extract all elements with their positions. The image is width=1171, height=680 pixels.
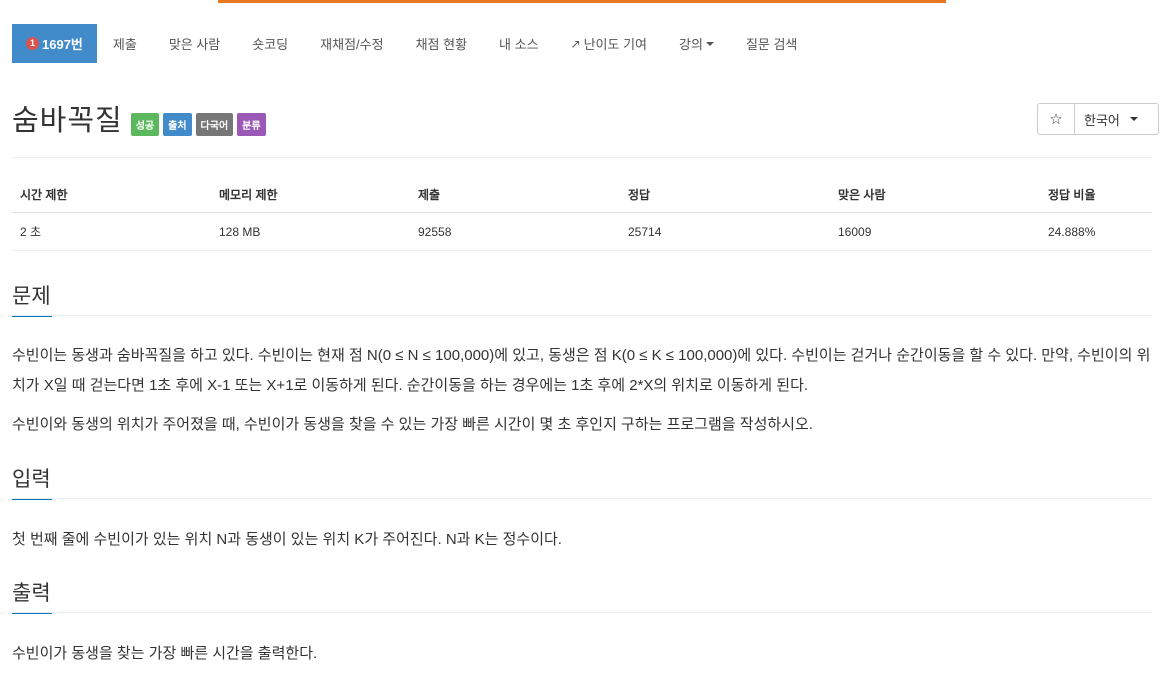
chevron-down-icon <box>705 41 714 46</box>
language-select[interactable]: 한국어 <box>1075 103 1159 135</box>
tab-submit[interactable]: 제출 <box>97 24 153 63</box>
label-multilang[interactable]: 다국어 <box>195 113 234 136</box>
section-heading-problem-text: 문제 <box>12 285 51 308</box>
output-description: 수빈이가 동생을 찾는 가장 빠른 시간을 출력한다. <box>12 645 318 662</box>
header-time-limit: 시간 제한 <box>12 176 211 213</box>
tab-difficulty[interactable]: ↗ 난이도 기여 <box>555 24 663 63</box>
tab-my-source-label: 내 소스 <box>499 37 539 52</box>
cell-time-limit: 2 초 <box>12 212 211 251</box>
header-accept-ratio: 정답 비율 <box>1040 176 1152 213</box>
problem-description-p2: 수빈이와 동생의 위치가 주어졌을 때, 수빈이가 동생을 찾을 수 있는 가장… <box>12 416 813 433</box>
cell-submissions: 92558 <box>410 212 620 251</box>
tab-problem-number[interactable]: 1 1697번 <box>12 24 97 63</box>
section-heading-problem: 문제 <box>12 280 52 317</box>
tab-correct-users[interactable]: 맞은 사람 <box>153 24 236 63</box>
tab-rejudge-label: 재채점/수정 <box>320 37 384 52</box>
label-source[interactable]: 출처 <box>163 113 192 136</box>
problem-description-p1: 수빈이는 동생과 숨바꼭질을 하고 있다. 수빈이는 현재 점 N(0 ≤ N … <box>12 347 1151 394</box>
language-group: ☆ 한국어 <box>1037 103 1159 135</box>
tab-difficulty-label: 난이도 기여 <box>583 37 648 52</box>
tab-problem-number-label: 1697번 <box>42 37 83 52</box>
tab-my-source[interactable]: 내 소스 <box>483 24 555 63</box>
label-success[interactable]: 성공 <box>130 113 160 136</box>
tab-short-coding[interactable]: 숏코딩 <box>236 24 304 63</box>
divider <box>12 498 1152 499</box>
divider <box>12 157 1152 158</box>
cell-accept-ratio: 24.888% <box>1040 212 1152 251</box>
cell-memory-limit: 128 MB <box>211 212 410 251</box>
tab-short-coding-label: 숏코딩 <box>252 37 289 52</box>
header-submissions: 제출 <box>410 176 620 213</box>
divider <box>12 612 1152 613</box>
external-link-icon: ↗ <box>570 36 581 51</box>
chevron-down-icon <box>1129 117 1138 121</box>
tab-submit-label: 제출 <box>112 37 137 52</box>
divider <box>12 315 1152 316</box>
section-heading-input: 입력 <box>12 463 52 500</box>
section-heading-output: 출력 <box>12 577 52 614</box>
tab-question-search-label: 질문 검색 <box>745 37 798 52</box>
tab-lectures-label: 강의 <box>679 37 703 52</box>
star-icon: ☆ <box>1049 111 1063 128</box>
tab-correct-users-label: 맞은 사람 <box>168 37 221 52</box>
problem-labels: 성공 출처 다국어 분류 <box>130 113 266 136</box>
tab-question-search[interactable]: 질문 검색 <box>730 24 813 63</box>
header-memory-limit: 메모리 제한 <box>211 176 410 213</box>
tab-status-label: 채점 현황 <box>415 37 468 52</box>
header-solved-users: 맞은 사람 <box>830 176 1040 213</box>
problem-nav: 1 1697번 제출 맞은 사람 숏코딩 재채점/수정 채점 현황 내 소스 ↗… <box>12 24 813 63</box>
cell-solved-users: 16009 <box>830 212 1040 251</box>
tab-rejudge[interactable]: 재채점/수정 <box>304 24 399 63</box>
tab-lectures[interactable]: 강의 <box>663 24 730 63</box>
star-button[interactable]: ☆ <box>1037 103 1075 135</box>
table-row: 2 초 128 MB 92558 25714 16009 24.888% <box>12 212 1152 251</box>
section-heading-output-text: 출력 <box>12 582 51 605</box>
section-heading-input-text: 입력 <box>12 468 51 491</box>
cell-accepted: 25714 <box>620 212 830 251</box>
problem-title-row: 숨바꼭질 성공 출처 다국어 분류 <box>12 103 266 139</box>
tab-status[interactable]: 채점 현황 <box>400 24 483 63</box>
language-select-value: 한국어 <box>1084 112 1120 128</box>
problem-stats-table: 시간 제한 메모리 제한 제출 정답 맞은 사람 정답 비율 2 초 128 M… <box>12 176 1152 251</box>
header-accepted: 정답 <box>620 176 830 213</box>
problem-badge-icon: 1 <box>26 37 39 50</box>
top-banner-strip <box>218 0 946 3</box>
table-header-row: 시간 제한 메모리 제한 제출 정답 맞은 사람 정답 비율 <box>12 176 1152 213</box>
input-description: 첫 번째 줄에 수빈이가 있는 위치 N과 동생이 있는 위치 K가 주어진다.… <box>12 531 562 548</box>
label-category[interactable]: 분류 <box>237 113 266 136</box>
page-title: 숨바꼭질 <box>12 105 123 137</box>
